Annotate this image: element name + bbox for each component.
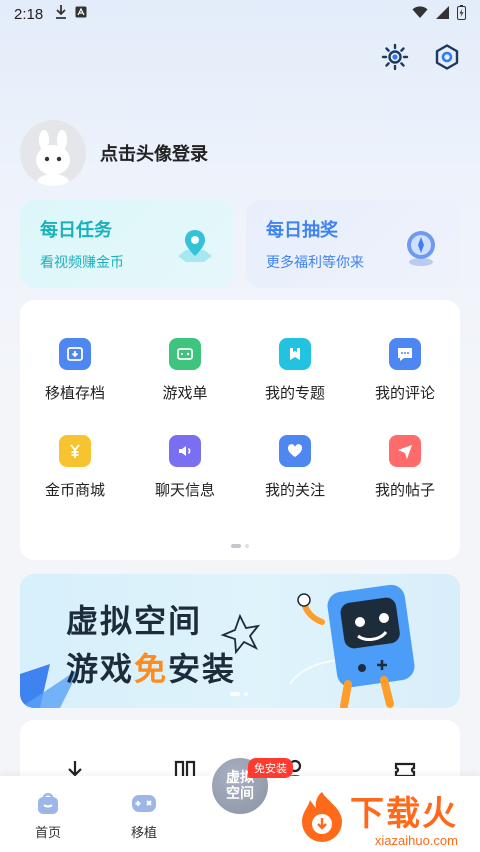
grid-item-chat-info[interactable]: 聊天信息 [130,435,240,500]
banner-line2-suffix: 安装 [168,650,237,688]
watermark-title: 下载火 [350,794,458,834]
wifi-icon [412,5,428,23]
robot-mascot-icon [297,584,415,708]
banner-title-line1: 虚拟空间 [66,602,203,640]
grid-item-game-list[interactable]: 游戏单 [130,338,240,403]
page-dot-active [231,544,241,548]
grid-item-my-topics[interactable]: 我的专题 [240,338,350,403]
post-icon [389,435,421,467]
feature-grid-card: 移植存档 游戏单 我的专题 我的评论 金币商城 聊天信息 我的关注 我的帖子 [20,300,460,560]
watermark-url: xiazaihuo.com [374,833,458,848]
tab-home[interactable]: 首页 [18,790,78,841]
grid-item-label: 我的关注 [264,481,325,499]
home-bag-icon [38,793,58,814]
status-bar: 2:18 [0,0,480,28]
profile-section: 点击头像登录 [20,120,208,186]
tab-port[interactable]: 移植 [114,790,174,841]
gamepad-icon [132,795,156,812]
virtual-space-banner[interactable]: 虚拟空间 游戏免安装 [20,574,460,708]
download-icon [55,5,67,23]
settings-gear-icon[interactable] [432,42,462,72]
grid-item-port-save[interactable]: 移植存档 [20,338,130,403]
grid-item-label: 金币商城 [44,481,105,499]
daily-lottery-card[interactable]: 每日抽奖 更多福利等你来 [246,200,460,288]
banner-line2-highlight: 免 [134,650,169,688]
game-list-icon [169,338,201,370]
theme-sun-icon[interactable] [380,42,410,72]
grid-item-label: 游戏单 [162,384,208,402]
comment-icon [389,338,421,370]
coin-store-icon [59,435,91,467]
notification-a-icon [75,6,87,22]
grid-item-label: 我的评论 [374,384,435,402]
login-prompt[interactable]: 点击头像登录 [100,140,208,166]
heart-icon [279,435,311,467]
grid-item-label: 聊天信息 [154,481,215,499]
chat-icon [169,435,201,467]
banner-dot [244,692,248,696]
avatar[interactable] [20,120,86,186]
quick-cards: 每日任务 看视频赚金币 每日抽奖 更多福利等你来 [20,200,460,288]
default-avatar-icon [36,130,70,186]
grid-item-my-comments[interactable]: 我的评论 [350,338,460,403]
banner-line2-prefix: 游戏 [66,650,135,688]
no-install-badge: 免安装 [248,758,293,778]
battery-icon [457,4,466,24]
banner-dot-active [230,692,240,696]
status-time: 2:18 [14,5,44,23]
grid-item-label: 移植存档 [44,384,105,402]
feature-grid: 移植存档 游戏单 我的专题 我的评论 金币商城 聊天信息 我的关注 我的帖子 [20,300,460,500]
map-pin-icon [178,230,212,262]
compass-icon [407,231,435,266]
banner-page-indicator [230,692,248,696]
grid-page-indicator [20,544,460,548]
grid-item-my-posts[interactable]: 我的帖子 [350,435,460,500]
grid-item-label: 我的专题 [264,384,325,402]
xiazaihuo-watermark: 下载火 xiazaihuo.com [294,782,466,850]
grid-item-coin-store[interactable]: 金币商城 [20,435,130,500]
top-actions [380,42,462,72]
flame-logo-icon [302,792,342,842]
grid-item-label: 我的帖子 [374,481,435,499]
tab-home-label: 首页 [34,826,61,841]
archive-icon [59,338,91,370]
tab-port-label: 移植 [130,826,157,841]
bottom-tab-bar: 首页 移植 虚拟空间 免安装 下载火 xiazaihuo.com [0,754,480,852]
topic-icon [279,338,311,370]
banner-title-line2: 游戏免安装 [66,644,236,690]
grid-item-my-follows[interactable]: 我的关注 [240,435,350,500]
page-dot [245,544,249,548]
daily-task-card[interactable]: 每日任务 看视频赚金币 [20,200,234,288]
signal-icon [436,5,449,23]
